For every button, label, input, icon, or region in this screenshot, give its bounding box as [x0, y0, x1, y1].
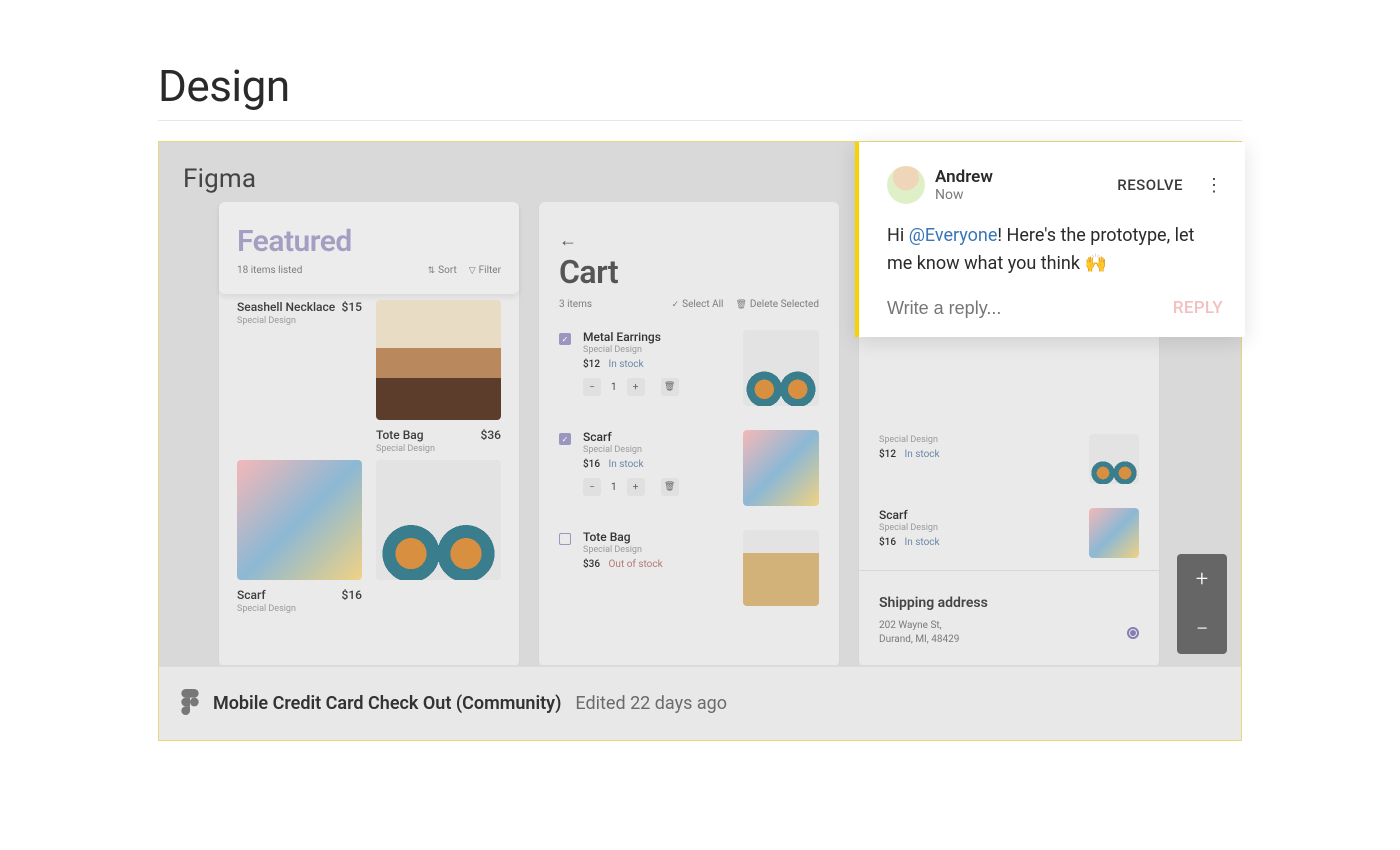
checkout-item-price: $12: [879, 449, 896, 460]
file-name[interactable]: Mobile Credit Card Check Out (Community): [213, 693, 561, 714]
cart-item-image: [743, 330, 819, 406]
trash-icon: 🗑: [735, 300, 746, 310]
edited-time: Edited 22 days ago: [575, 693, 727, 714]
cart-count: 3 items: [559, 299, 592, 310]
checkout-item-sub: Special Design: [879, 523, 1089, 533]
page-title: Design: [158, 60, 1242, 120]
cart-item: Tote Bag Special Design $36 Out of stock: [559, 520, 819, 620]
select-all-button[interactable]: ✓Select All: [672, 299, 724, 310]
comment-card: Andrew Now RESOLVE ⋮ Hi @Everyone! Here'…: [855, 142, 1245, 337]
reply-input[interactable]: [887, 298, 1173, 319]
checkout-item: Special Design $12 In stock: [879, 422, 1139, 496]
resolve-button[interactable]: RESOLVE: [1117, 176, 1183, 194]
cart-item-sub: Special Design: [583, 445, 731, 455]
shipping-address-line2: Durand, MI, 48429: [879, 633, 959, 647]
qty-decrease-button[interactable]: −: [583, 378, 601, 396]
delete-selected-button[interactable]: 🗑Delete Selected: [735, 299, 819, 310]
product-name: Scarf: [237, 588, 266, 602]
card-footer: Mobile Credit Card Check Out (Community)…: [159, 666, 1241, 740]
cart-item: ✓ Scarf Special Design $16 In stock − 1: [559, 420, 819, 520]
product-image: [376, 300, 501, 420]
product-price: $16: [342, 588, 362, 602]
avatar: [887, 166, 925, 204]
shipping-title: Shipping address: [879, 595, 1139, 611]
cart-item-price: $36: [583, 559, 600, 570]
product-name: Seashell Necklace: [237, 300, 335, 314]
product-card[interactable]: Tote Bag $36 Special Design: [376, 300, 501, 454]
checkout-item-image: [1089, 434, 1139, 484]
figma-embed-card: Figma Featured 18 items listed ⇅Sort ▽Fi…: [158, 141, 1242, 741]
cart-item-stock: In stock: [609, 459, 644, 470]
qty-increase-button[interactable]: +: [627, 478, 645, 496]
shipping-address-line1: 202 Wayne St,: [879, 619, 959, 633]
product-name: Tote Bag: [376, 428, 424, 442]
zoom-controls: + −: [1177, 554, 1227, 654]
product-card[interactable]: [376, 460, 501, 614]
cart-item-image: [743, 430, 819, 506]
cart-item-stock: Out of stock: [609, 559, 663, 570]
mention[interactable]: @Everyone: [909, 225, 998, 246]
checkout-item: Scarf Special Design $16 In stock: [879, 496, 1139, 570]
comment-body: Hi @Everyone! Here's the prototype, let …: [887, 204, 1223, 298]
checkout-item-sub: Special Design: [879, 435, 1089, 445]
shipping-radio[interactable]: [1127, 627, 1139, 639]
product-card[interactable]: Seashell Necklace $15 Special Design: [237, 300, 362, 454]
qty-value: 1: [607, 482, 621, 493]
qty-decrease-button[interactable]: −: [583, 478, 601, 496]
artboard-featured[interactable]: Featured 18 items listed ⇅Sort ▽Filter S…: [219, 202, 519, 665]
product-image: [376, 460, 501, 580]
product-card[interactable]: Scarf $16 Special Design: [237, 460, 362, 614]
figma-icon: [181, 689, 199, 719]
checkout-item-name: Scarf: [879, 508, 1089, 522]
checkbox[interactable]: ✓: [559, 333, 571, 345]
check-icon: ✓: [672, 300, 680, 310]
product-sub: Special Design: [237, 604, 362, 614]
comment-author: Andrew: [935, 167, 1107, 187]
cart-item-name: Metal Earrings: [583, 330, 731, 344]
checkbox[interactable]: ✓: [559, 433, 571, 445]
divider: [158, 120, 1242, 121]
more-icon[interactable]: ⋮: [1205, 175, 1223, 196]
checkout-item-stock: In stock: [905, 537, 940, 548]
checkout-item-image: [1089, 508, 1139, 558]
remove-item-button[interactable]: 🗑: [661, 478, 679, 496]
cart-title: Cart: [539, 251, 839, 291]
sort-button[interactable]: ⇅Sort: [428, 265, 457, 276]
cart-item-sub: Special Design: [583, 545, 731, 555]
cart-item-price: $16: [583, 459, 600, 470]
featured-count: 18 items listed: [237, 265, 302, 276]
cart-item: ✓ Metal Earrings Special Design $12 In s…: [559, 320, 819, 420]
filter-icon: ▽: [469, 266, 476, 276]
cart-item-name: Scarf: [583, 430, 731, 444]
checkout-item-stock: In stock: [905, 449, 940, 460]
product-image: [237, 460, 362, 580]
checkbox[interactable]: [559, 533, 571, 545]
qty-value: 1: [607, 382, 621, 393]
cart-item-image: [743, 530, 819, 606]
reply-button[interactable]: REPLY: [1173, 298, 1223, 318]
zoom-out-button[interactable]: −: [1177, 604, 1227, 654]
cart-item-stock: In stock: [609, 359, 644, 370]
filter-button[interactable]: ▽Filter: [469, 265, 501, 276]
qty-increase-button[interactable]: +: [627, 378, 645, 396]
product-sub: Special Design: [237, 316, 362, 326]
back-icon[interactable]: ←: [539, 202, 839, 251]
zoom-in-button[interactable]: +: [1177, 554, 1227, 604]
product-price: $15: [342, 300, 362, 314]
cart-item-sub: Special Design: [583, 345, 731, 355]
checkout-item-price: $16: [879, 537, 896, 548]
sort-icon: ⇅: [428, 266, 436, 276]
product-price: $36: [481, 428, 501, 442]
cart-item-price: $12: [583, 359, 600, 370]
remove-item-button[interactable]: 🗑: [661, 378, 679, 396]
cart-item-name: Tote Bag: [583, 530, 731, 544]
featured-title: Featured: [237, 224, 501, 259]
comment-time: Now: [935, 187, 1107, 203]
product-sub: Special Design: [376, 444, 501, 454]
artboard-cart[interactable]: ← Cart 3 items ✓Select All 🗑Delete Selec…: [539, 202, 839, 665]
